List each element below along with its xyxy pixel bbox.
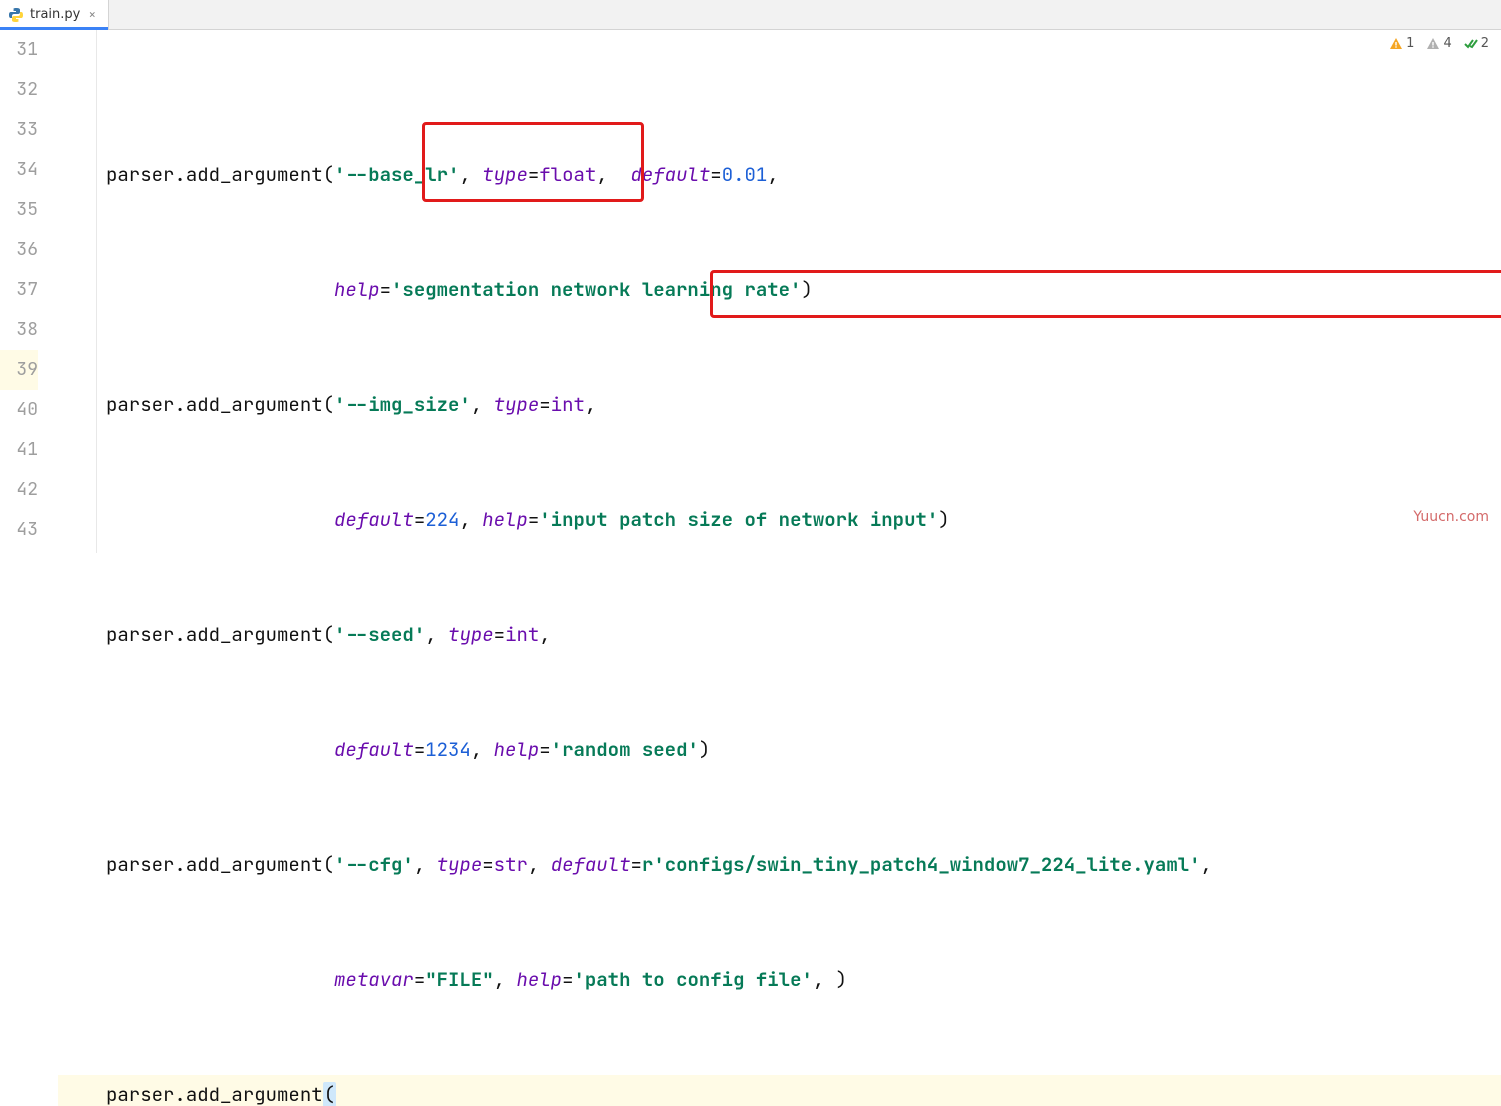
code-line[interactable]: parser.add_argument('--base_lr', type=fl… — [58, 155, 1501, 195]
line-number: 41 — [0, 430, 38, 470]
file-tab[interactable]: train.py × — [0, 0, 109, 29]
code-line[interactable]: default=1234, help='random seed') — [58, 730, 1501, 770]
warning-grey-badge[interactable]: 4 — [1426, 36, 1451, 51]
close-icon[interactable]: × — [86, 6, 98, 23]
tab-filename: train.py — [30, 7, 80, 22]
line-number: 40 — [0, 390, 38, 430]
line-number: 32 — [0, 70, 38, 110]
typo-check-icon — [1464, 37, 1478, 51]
code-editor[interactable]: 1 4 2 31 32 33 34 35 36 37 38 39 40 41 4… — [0, 30, 1501, 553]
line-number: 33 — [0, 110, 38, 150]
code-area[interactable]: parser.add_argument('--base_lr', type=fl… — [58, 30, 1501, 553]
watermark: Yuucn.com — [1413, 509, 1489, 525]
typo-count: 2 — [1481, 36, 1489, 51]
inspection-status[interactable]: 1 4 2 — [1389, 36, 1489, 51]
line-number: 39 — [0, 350, 38, 390]
tab-bar: train.py × — [0, 0, 1501, 30]
code-line[interactable]: metavar="FILE", help='path to config fil… — [58, 960, 1501, 1000]
line-number: 36 — [0, 230, 38, 270]
line-number: 42 — [0, 470, 38, 510]
line-number: 31 — [0, 30, 38, 70]
typo-badge[interactable]: 2 — [1464, 36, 1489, 51]
line-number: 37 — [0, 270, 38, 310]
code-line[interactable]: parser.add_argument( — [58, 1075, 1501, 1106]
warning-yellow-badge[interactable]: 1 — [1389, 36, 1414, 51]
code-line[interactable]: parser.add_argument('--img_size', type=i… — [58, 385, 1501, 425]
code-line[interactable]: default=224, help='input patch size of n… — [58, 500, 1501, 540]
code-line[interactable]: help='segmentation network learning rate… — [58, 270, 1501, 310]
warning-yellow-icon — [1389, 37, 1403, 51]
code-line[interactable]: parser.add_argument('--cfg', type=str, d… — [58, 845, 1501, 885]
line-number: 34 — [0, 150, 38, 190]
line-number: 43 — [0, 510, 38, 550]
code-line[interactable]: parser.add_argument('--seed', type=int, — [58, 615, 1501, 655]
line-number: 38 — [0, 310, 38, 350]
warning-grey-count: 4 — [1443, 36, 1451, 51]
python-file-icon — [8, 7, 24, 23]
line-number: 35 — [0, 190, 38, 230]
warning-yellow-count: 1 — [1406, 36, 1414, 51]
line-gutter: 31 32 33 34 35 36 37 38 39 40 41 42 43 — [0, 30, 58, 553]
warning-grey-icon — [1426, 37, 1440, 51]
